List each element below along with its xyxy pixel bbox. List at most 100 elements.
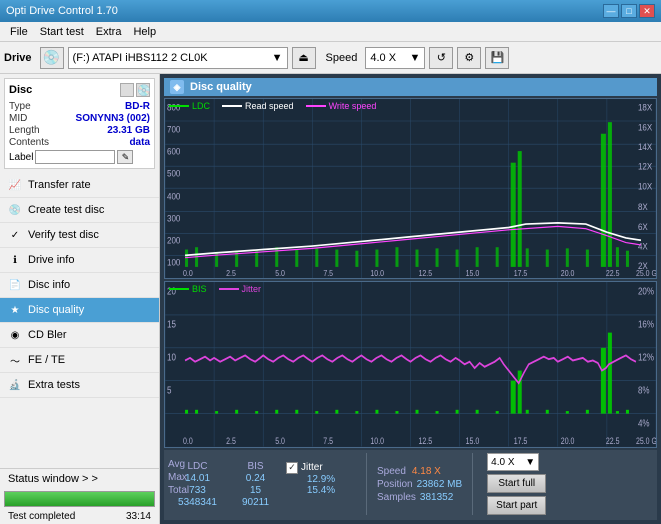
svg-text:6X: 6X [638, 221, 648, 232]
type-label: Type [9, 101, 31, 112]
label-input[interactable] [35, 150, 115, 164]
stats-divider-2 [472, 453, 473, 515]
max-row-label: Max [168, 472, 189, 483]
save-button[interactable]: 💾 [485, 47, 509, 69]
sidebar-item-create-test-disc[interactable]: 💿 Create test disc [0, 198, 159, 223]
svg-text:0.0: 0.0 [183, 269, 193, 279]
sidebar-item-verify-test-disc[interactable]: ✓ Verify test disc [0, 223, 159, 248]
bis-avg-val: 0.24 [233, 473, 278, 484]
jitter-checkbox[interactable]: ✓ Jitter [286, 462, 356, 474]
length-label: Length [9, 125, 40, 136]
label-edit-btn[interactable]: ✎ [117, 150, 133, 164]
svg-text:7.5: 7.5 [323, 437, 333, 447]
chart2-svg: 20 15 10 5 20% 16% 12% 8% 4% 0.0 2.5 5.0… [165, 282, 656, 447]
svg-text:5.0: 5.0 [275, 437, 285, 447]
svg-text:10: 10 [167, 352, 176, 363]
svg-text:20.0: 20.0 [561, 269, 575, 279]
svg-text:12%: 12% [638, 352, 654, 363]
create-disc-icon: 💿 [8, 203, 22, 217]
disc-quality-header-icon: ◈ [170, 80, 184, 94]
menu-file[interactable]: File [4, 25, 34, 39]
disc-quality-title: Disc quality [190, 81, 252, 93]
titlebar: Opti Drive Control 1.70 — □ ✕ [0, 0, 661, 22]
svg-text:12X: 12X [638, 161, 652, 172]
label-label: Label [9, 152, 33, 163]
close-button[interactable]: ✕ [639, 4, 655, 18]
disc-prev-btn[interactable] [120, 83, 134, 97]
start-part-button[interactable]: Start part [487, 496, 546, 515]
sidebar-nav: 📈 Transfer rate 💿 Create test disc ✓ Ver… [0, 173, 159, 398]
status-completed-text: Test completed [8, 511, 75, 522]
speed-select[interactable]: 4.0 X ▼ [365, 47, 425, 69]
jitter-check-label: Jitter [301, 462, 323, 473]
sidebar-item-extra-tests[interactable]: 🔬 Extra tests [0, 373, 159, 398]
transfer-rate-icon: 📈 [8, 178, 22, 192]
svg-text:400: 400 [167, 191, 181, 202]
contents-val: data [129, 137, 150, 148]
stats-row-labels: Avg Max Total [168, 459, 189, 496]
bis-stats-col: BIS 0.24 15 90211 [233, 461, 278, 508]
chart2-bis: BIS Jitter [164, 281, 657, 448]
jitter-avg-val: 12.9% [286, 474, 356, 485]
start-full-button[interactable]: Start full [487, 474, 546, 493]
refresh-button[interactable]: ↺ [429, 47, 453, 69]
menu-start-test[interactable]: Start test [34, 25, 90, 39]
svg-text:100: 100 [167, 257, 181, 268]
bis-max-val: 15 [233, 485, 278, 496]
svg-text:10.0: 10.0 [370, 437, 384, 447]
write-speed-legend-label: Write speed [329, 101, 377, 111]
sidebar-item-disc-quality[interactable]: ★ Disc quality [0, 298, 159, 323]
sidebar-item-transfer-rate[interactable]: 📈 Transfer rate [0, 173, 159, 198]
read-speed-legend-color [222, 105, 242, 107]
speed-stats-col: Speed 4.18 X Position 23862 MB Samples 3… [377, 466, 462, 503]
sidebar-item-cd-bler[interactable]: ◉ CD Bler [0, 323, 159, 348]
svg-text:4X: 4X [638, 241, 648, 252]
position-val: 23862 MB [417, 479, 463, 490]
sidebar-item-disc-info[interactable]: 📄 Disc info [0, 273, 159, 298]
jitter-total-val [286, 496, 356, 507]
extra-tests-icon: 🔬 [8, 378, 22, 392]
disc-panel-title: Disc [9, 84, 32, 96]
svg-text:18X: 18X [638, 102, 652, 113]
ldc-legend-color [169, 105, 189, 107]
drive-icon: 💿 [40, 47, 64, 69]
svg-text:2.5: 2.5 [226, 437, 236, 447]
svg-text:4%: 4% [638, 418, 650, 429]
svg-text:20.0: 20.0 [561, 437, 575, 447]
read-speed-legend-label: Read speed [245, 101, 294, 111]
drive-select[interactable]: (F:) ATAPI iHBS112 2 CL0K ▼ [68, 47, 288, 69]
svg-text:500: 500 [167, 168, 181, 179]
mid-val: SONYNN3 (002) [76, 113, 150, 124]
status-window-link[interactable]: Status window > > [0, 468, 159, 489]
length-val: 23.31 GB [107, 125, 150, 136]
menu-extra[interactable]: Extra [90, 25, 128, 39]
maximize-button[interactable]: □ [621, 4, 637, 18]
svg-text:700: 700 [167, 124, 181, 135]
ldc-legend-label: LDC [192, 101, 210, 111]
sidebar-item-fe-te[interactable]: 〜 FE / TE [0, 348, 159, 373]
menu-help[interactable]: Help [127, 25, 162, 39]
svg-text:12.5: 12.5 [419, 437, 433, 447]
settings-button[interactable]: ⚙ [457, 47, 481, 69]
content-area: ◈ Disc quality LDC Read speed Write spee… [160, 74, 661, 524]
eject-button[interactable]: ⏏ [292, 47, 316, 69]
chart2-legend: BIS Jitter [169, 284, 261, 294]
type-val: BD-R [125, 101, 150, 112]
svg-text:25.0 GB: 25.0 GB [636, 437, 656, 447]
disc-quality-icon: ★ [8, 303, 22, 317]
jitter-max-val: 15.4% [286, 485, 356, 496]
speed-val: 4.18 X [412, 466, 441, 477]
speed-select-small[interactable]: 4.0 X ▼ [487, 453, 539, 471]
cd-bler-icon: ◉ [8, 328, 22, 342]
status-text-row: Test completed 33:14 [0, 509, 159, 524]
sidebar: Disc 💿 Type BD-R MID SONYNN3 (002) Lengt… [0, 74, 160, 524]
stats-divider-1 [366, 453, 367, 515]
jitter-check-box[interactable]: ✓ [286, 462, 298, 474]
total-row-label: Total [168, 485, 189, 496]
sidebar-item-drive-info[interactable]: ℹ Drive info [0, 248, 159, 273]
minimize-button[interactable]: — [603, 4, 619, 18]
samples-val: 381352 [420, 492, 453, 503]
titlebar-controls: — □ ✕ [603, 4, 655, 18]
jitter-legend-color [219, 288, 239, 290]
svg-text:22.5: 22.5 [606, 269, 620, 279]
